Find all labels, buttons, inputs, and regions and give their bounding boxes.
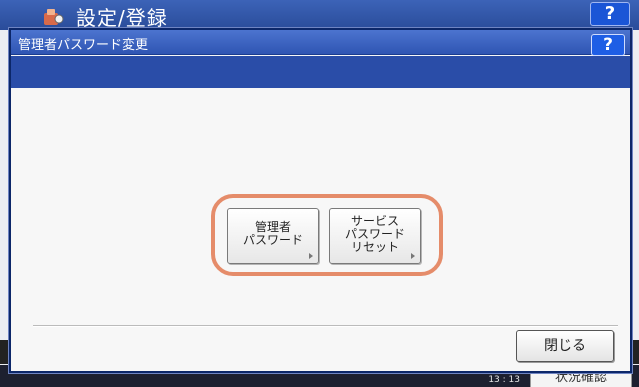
dialog-help-button[interactable]: ?	[591, 34, 625, 56]
dialog-content: 管理者 パスワード サービス パスワード リセット	[11, 88, 630, 371]
arrow-right-icon	[309, 253, 313, 259]
service-password-reset-button[interactable]: サービス パスワード リセット	[329, 208, 421, 264]
arrow-right-icon	[411, 253, 415, 259]
dialog-title: 管理者パスワード変更	[18, 38, 149, 53]
service-password-reset-button-label: サービス パスワード リセット	[344, 213, 405, 254]
admin-password-dialog: 管理者パスワード変更 ? 管理者 パスワード サービス パスワード リセット 閉…	[9, 28, 632, 373]
screen: 設定/登録 ? 2017/09/19 13 : 13 状況確認 管理者パスワード…	[0, 0, 639, 387]
dialog-titlebar: 管理者パスワード変更 ?	[11, 30, 630, 56]
dialog-divider	[33, 325, 618, 327]
admin-password-button[interactable]: 管理者 パスワード	[227, 208, 319, 264]
background-help-button[interactable]: ?	[590, 2, 630, 26]
dialog-header-band	[11, 56, 630, 88]
close-button[interactable]: 閉じる	[516, 330, 614, 362]
settings-app-icon	[44, 9, 64, 25]
background-page-title: 設定/登録	[76, 6, 168, 30]
admin-password-button-label: 管理者 パスワード	[242, 220, 303, 247]
